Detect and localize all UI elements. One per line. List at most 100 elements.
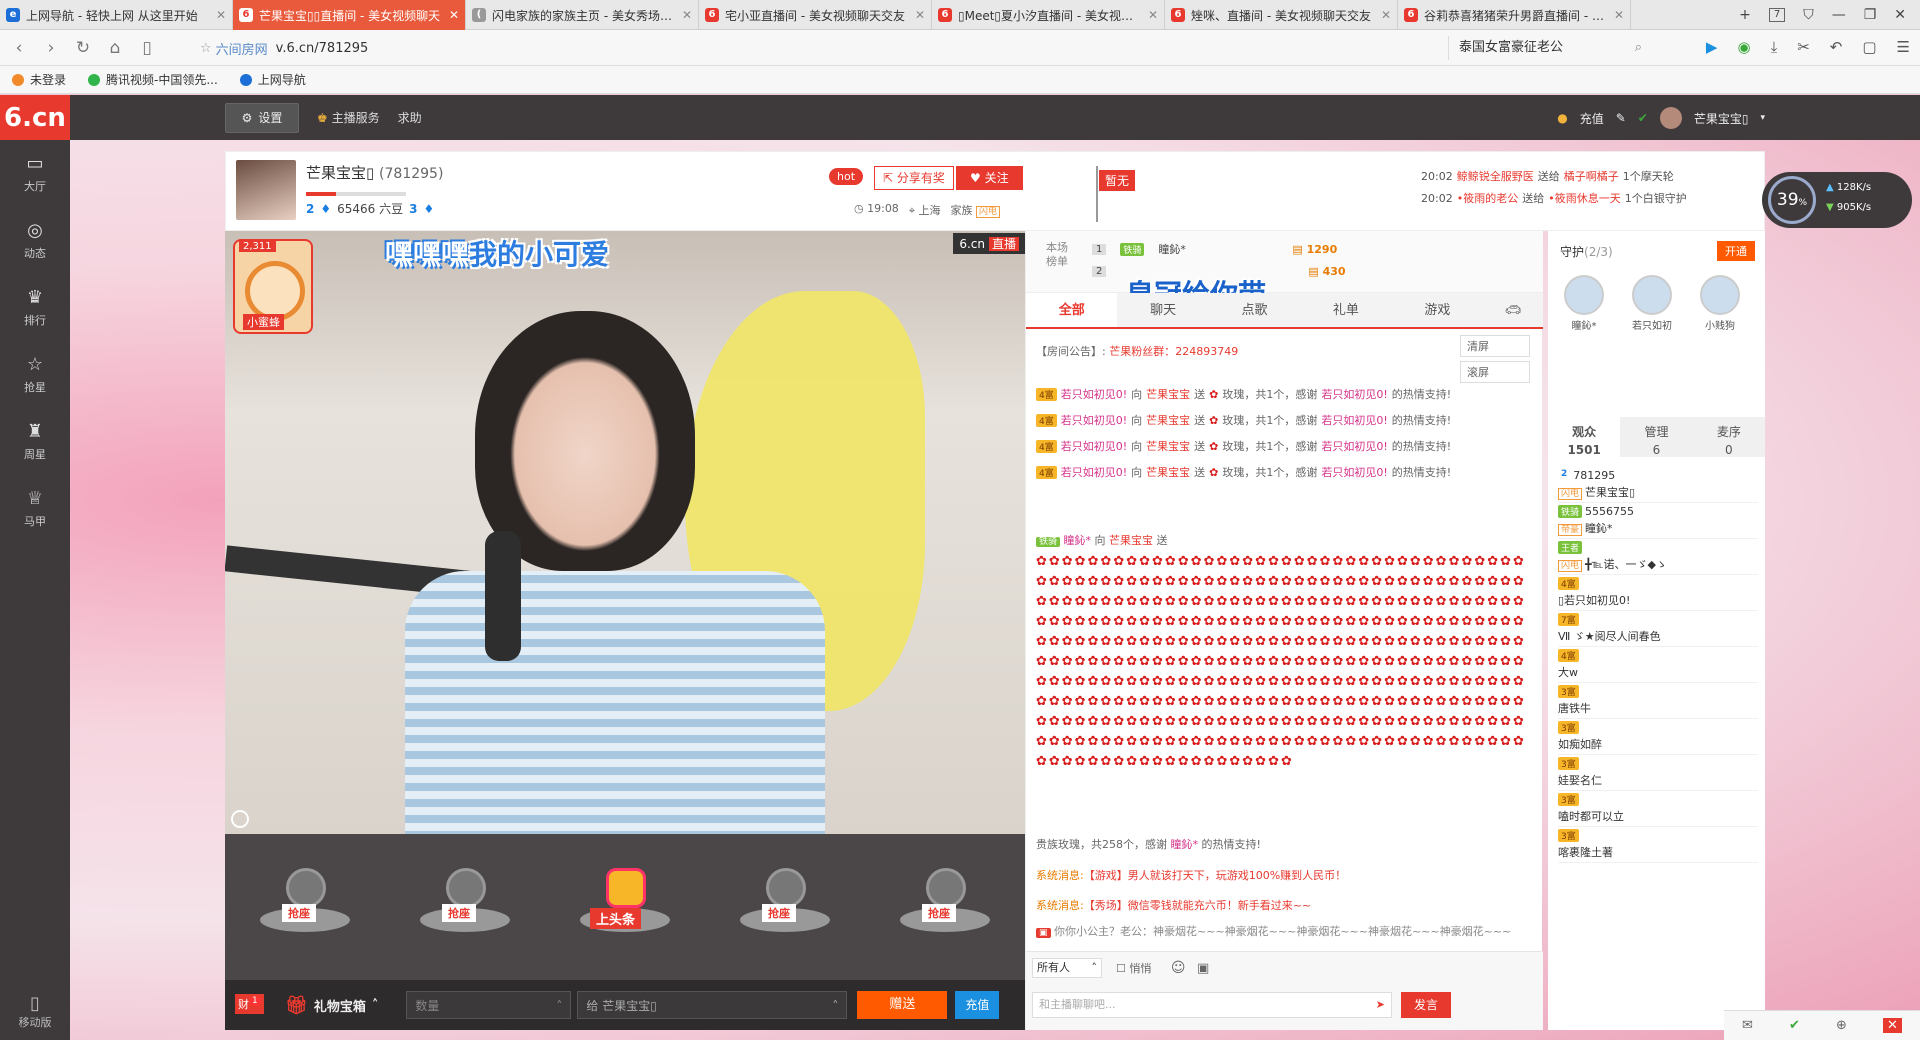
open-guard-button[interactable]: 开通	[1717, 241, 1755, 261]
audience-item[interactable]: 4富 ▯若只如初见0!	[1558, 575, 1758, 611]
thanks-user[interactable]: 瞳鈊*	[1171, 838, 1199, 851]
gift-feed-from[interactable]: 鲸鲸锐全服野医	[1457, 170, 1534, 183]
headline-seat[interactable]: 上头条	[576, 868, 674, 946]
grab-seat[interactable]: 抢座	[256, 868, 354, 946]
search-icon[interactable]: ⌕	[1635, 36, 1642, 60]
live-video[interactable]: 嘿嘿嘿我的小可爱 6.cn 直播 2,311 小蜜蜂	[225, 231, 1025, 834]
scissors-icon[interactable]: ✂	[1797, 38, 1810, 56]
gift-box-button[interactable]: 🎁︎ 礼物宝箱 ˄	[285, 995, 378, 1016]
msg-thanks[interactable]: 若只如初见0!	[1321, 412, 1387, 428]
gift-feed-to[interactable]: 橘子啊橘子	[1564, 170, 1619, 183]
chat-input[interactable]: 和主播聊聊吧... ➤	[1032, 992, 1392, 1018]
emoji-icon[interactable]: ☺	[1171, 960, 1186, 976]
recipient-select[interactable]: 给 芒果宝宝▯ ˄	[577, 991, 848, 1019]
back-icon[interactable]: ‹	[6, 38, 32, 58]
help-link[interactable]: 求助	[398, 109, 422, 126]
sidebar-item[interactable]: ▭ 大厅	[0, 140, 70, 207]
browser-tab[interactable]: 6 宅小亚直播间 - 美女视频聊天交友 ✕	[699, 0, 932, 30]
close-icon[interactable]: ✕	[449, 8, 459, 22]
chat-target-select[interactable]: 所有人 ˄	[1032, 958, 1102, 978]
recharge-link[interactable]: 充值	[1580, 110, 1604, 127]
send-gift-button[interactable]: 赠送	[857, 991, 948, 1019]
guard-member[interactable]: 若只如初	[1628, 275, 1676, 332]
host-service-link[interactable]: ♚ 主播服务	[317, 109, 380, 126]
sidebar-item[interactable]: ☆ 抢星	[0, 341, 70, 408]
mic-icon[interactable]	[231, 810, 249, 828]
minimize-icon[interactable]: —	[1832, 7, 1846, 23]
audience-item[interactable]: 铁骑 5556755 帝豪 瞳鈊*	[1558, 503, 1758, 539]
gift-feed-from[interactable]: •筱雨的老公	[1457, 192, 1519, 205]
browser-tab[interactable]: 6 谷莉恭喜猪猪荣升男爵直播间 - 美女 ✕	[1398, 0, 1631, 30]
system-message[interactable]: 系统消息:【秀场】微信零钱就能充六币！新手看过来~~	[1036, 891, 1526, 921]
audience-item[interactable]: 3富 唐铁牛	[1558, 683, 1758, 719]
browser-tab[interactable]: 6 芒果宝宝▯▯直播间 - 美女视频聊天 ✕	[233, 0, 466, 30]
user-avatar[interactable]	[1659, 107, 1682, 129]
mail-icon[interactable]: ✉	[1742, 1018, 1753, 1033]
clear-screen-button[interactable]: 清屏	[1460, 335, 1530, 357]
scroll-lock-button[interactable]: 滚屏	[1460, 361, 1530, 383]
url-text[interactable]: v.6.cn/781295	[276, 41, 369, 56]
play-icon[interactable]: ▶	[1706, 38, 1718, 56]
close-icon[interactable]: ✕	[1381, 8, 1391, 22]
undo-icon[interactable]: ↶	[1830, 38, 1843, 56]
system-message[interactable]: 系统消息:【游戏】男人就该打天下，玩游戏100%赚到人民币！	[1036, 861, 1526, 891]
home-icon[interactable]: ⌂	[102, 38, 128, 58]
forward-icon[interactable]: ›	[38, 38, 64, 58]
search-text[interactable]: 泰国女富豪征老公	[1459, 40, 1563, 55]
fire-badge[interactable]: 2,311 小蜜蜂	[233, 239, 313, 334]
msg-thanks[interactable]: 若只如初见0!	[1321, 438, 1387, 454]
browser-tab[interactable]: 6 矬咪、直播间 - 美女视频聊天交友 ✕	[1165, 0, 1398, 30]
gift-feed-to[interactable]: •筱雨休息一天	[1548, 192, 1621, 205]
msg-user[interactable]: 若只如初见0!	[1061, 438, 1127, 454]
msg-user[interactable]: 若只如初见0!	[1061, 412, 1127, 428]
close-tab-icon[interactable]: ✕	[1883, 1018, 1902, 1033]
audience-item[interactable]: 2 781295 闪电 芒果宝宝▯	[1558, 467, 1758, 503]
msg-user[interactable]: 若只如初见0!	[1061, 386, 1127, 402]
chat-tab[interactable]: 聊天	[1117, 293, 1208, 327]
speak-button[interactable]: 发言	[1401, 992, 1451, 1018]
browser-tab[interactable]: 6 ▯Meet▯夏小汐直播间 - 美女视频聊 ✕	[932, 0, 1165, 30]
family[interactable]: 家族 闪电	[951, 202, 1001, 218]
new-tab-icon[interactable]: +	[1739, 7, 1751, 23]
audience-tab[interactable]: 麦序 0	[1693, 417, 1765, 457]
quantity-input[interactable]: 数量 ˄	[406, 991, 572, 1019]
msg-anchor[interactable]: 芒果宝宝	[1109, 534, 1153, 547]
browser-tab[interactable]: e 上网导航 - 轻快上网 从这里开始 ✕	[0, 0, 233, 30]
bookmark-login[interactable]: 未登录	[12, 71, 66, 88]
audience-item[interactable]: 3富 喀裹隆土著	[1558, 827, 1758, 863]
close-icon[interactable]: ✕	[1148, 8, 1158, 22]
notice-text[interactable]: 芒果粉丝群：224893749	[1109, 345, 1238, 358]
audience-item[interactable]: 4富 大w	[1558, 647, 1758, 683]
audience-item[interactable]: 王者 闪电 ╋℡诺、一ゞ◆ゝ	[1558, 539, 1758, 575]
bookmark-nav[interactable]: 上网导航	[239, 71, 306, 88]
msg-anchor[interactable]: 芒果宝宝	[1146, 438, 1190, 454]
msg-thanks[interactable]: 若只如初见0!	[1321, 386, 1387, 402]
menu-icon[interactable]: ☰	[1897, 38, 1910, 56]
audience-tab[interactable]: 管理 6	[1620, 417, 1692, 457]
settings-button[interactable]: ⚙ 设置	[225, 102, 299, 133]
chat-tab[interactable]: 点歌	[1209, 293, 1300, 327]
send-arrow-icon[interactable]: ➤	[1376, 993, 1385, 1017]
charge-button[interactable]: 充值	[955, 991, 1000, 1019]
bookmark-tencent[interactable]: 腾讯视频-中国领先...	[88, 71, 218, 88]
host-avatar[interactable]	[236, 160, 296, 220]
tab-count[interactable]: 7	[1768, 7, 1786, 22]
sidebar-item[interactable]: ♛ 排行	[0, 274, 70, 341]
close-window-icon[interactable]: ✕	[1894, 7, 1906, 23]
msg-thanks[interactable]: 若只如初见0!	[1321, 464, 1387, 480]
audience-item[interactable]: 3富 嗑时都可以立	[1558, 791, 1758, 827]
chat-tab[interactable]: 游戏	[1392, 293, 1483, 327]
download-icon[interactable]: ⤓	[1771, 38, 1778, 56]
wechat-icon[interactable]: ◉	[1737, 38, 1750, 56]
sidebar-item[interactable]: ♜ 周星	[0, 408, 70, 475]
audience-item[interactable]: 3富 娃娶名仁	[1558, 755, 1758, 791]
share-button[interactable]: ⇱ 分享有奖	[874, 166, 954, 190]
chat-tab[interactable]: 全部	[1026, 293, 1118, 327]
edit-icon[interactable]: ✎	[1616, 111, 1626, 125]
grab-seat[interactable]: 抢座	[896, 868, 994, 946]
bag-icon[interactable]: ▢	[1862, 38, 1876, 56]
shirt-icon[interactable]: ⛉	[1803, 7, 1814, 23]
reader-icon[interactable]: ▯	[134, 38, 160, 58]
browser-tab[interactable]: (闪电家族的家族主页 - 美女秀场直播 ✕	[466, 0, 699, 30]
chevron-down-icon[interactable]: ▾	[1760, 113, 1765, 123]
